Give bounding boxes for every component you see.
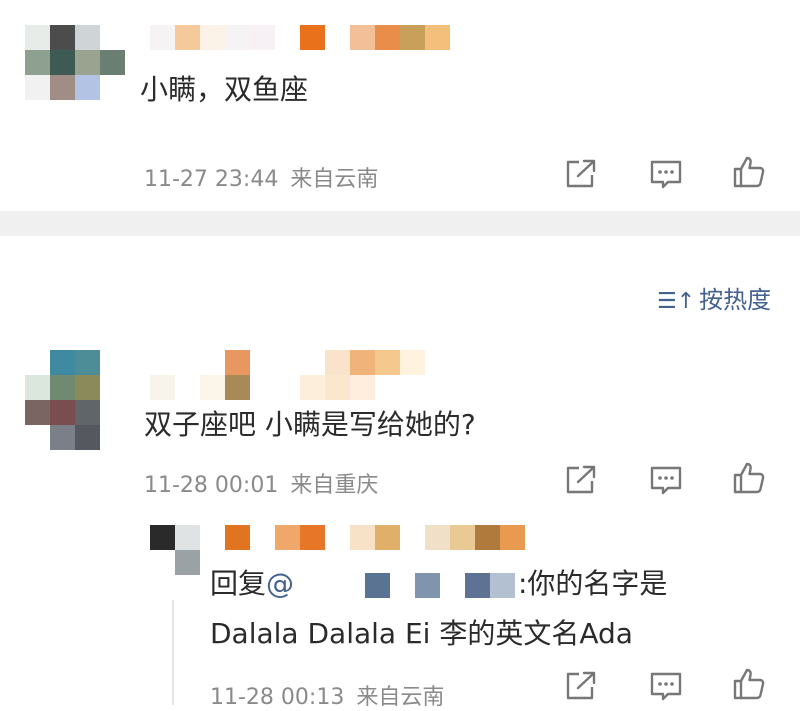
reply-body-line-1: :你的名字是 [518, 567, 668, 600]
location: 来自云南 [356, 685, 445, 710]
sort-label: 按热度 [699, 286, 772, 314]
avatar[interactable] [25, 350, 100, 450]
share-icon[interactable] [563, 462, 599, 498]
avatar[interactable] [150, 525, 200, 600]
timestamp: 11-27 23:44 [144, 167, 279, 192]
location: 来自重庆 [290, 473, 379, 498]
sort-icon: ☰↑ [657, 289, 696, 314]
like-icon[interactable] [731, 154, 767, 190]
section-divider [0, 211, 800, 236]
comment-text: 小瞒，双鱼座 [140, 73, 309, 106]
mention-link[interactable]: @ [266, 567, 294, 600]
like-icon[interactable] [731, 666, 767, 702]
timestamp: 11-28 00:01 [144, 473, 279, 498]
like-icon[interactable] [731, 460, 767, 496]
timestamp: 11-28 00:13 [210, 685, 345, 710]
comment-text: 双子座吧 小瞒是写给她的? [144, 408, 476, 441]
reply-line-1: 回复@ [210, 563, 294, 605]
reply-meta: 11-28 00:13 来自云南 [210, 679, 444, 711]
share-icon[interactable] [563, 668, 599, 704]
sort-toggle[interactable]: ☰↑ 按热度 [657, 280, 771, 315]
comment-meta: 11-27 23:44 来自云南 [144, 161, 378, 193]
username-blurred[interactable] [150, 25, 450, 50]
comment-meta: 11-28 00:01 来自重庆 [144, 467, 378, 499]
location: 来自云南 [290, 167, 379, 192]
comment-icon[interactable] [648, 156, 684, 192]
username-blurred[interactable] [150, 350, 425, 400]
reply-body-line-2: Dalala Dalala Ei 李的英文名Ada [210, 617, 633, 650]
reply-prefix: 回复 [210, 567, 267, 600]
share-icon[interactable] [563, 156, 599, 192]
username-blurred[interactable] [225, 525, 525, 550]
comment-icon[interactable] [648, 462, 684, 498]
avatar[interactable] [25, 25, 125, 100]
mention-blurred[interactable] [315, 573, 515, 598]
comment-icon[interactable] [648, 668, 684, 704]
